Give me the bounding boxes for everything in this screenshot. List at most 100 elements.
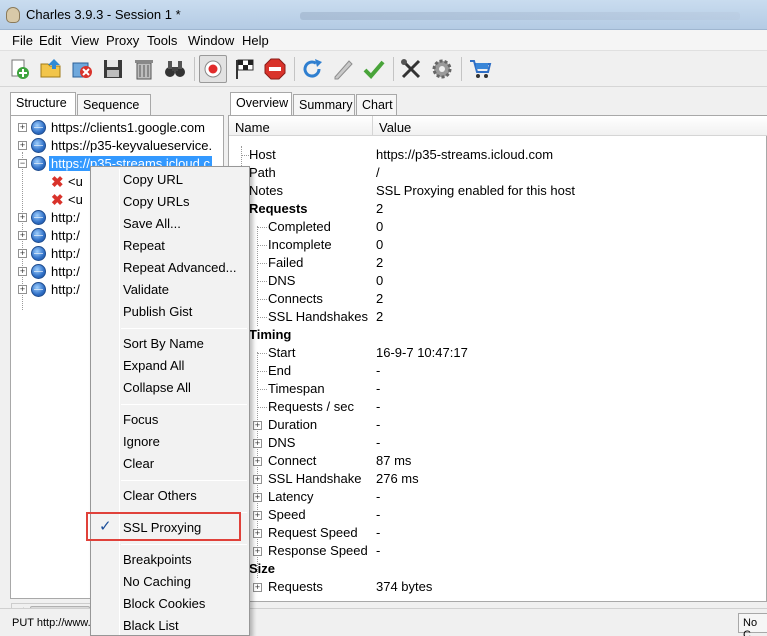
- toolbar-separator: [294, 57, 295, 81]
- expand-icon[interactable]: +: [18, 267, 27, 276]
- menu-item-ignore[interactable]: Ignore: [123, 434, 160, 454]
- expand-icon[interactable]: +: [253, 421, 262, 430]
- menu-item-clear-others[interactable]: Clear Others: [123, 488, 197, 508]
- table-row[interactable]: End -: [229, 362, 766, 380]
- expand-icon[interactable]: +: [253, 583, 262, 592]
- table-row[interactable]: Failed 2: [229, 254, 766, 272]
- table-row[interactable]: + Latency -: [229, 488, 766, 506]
- expand-icon[interactable]: +: [18, 123, 27, 132]
- table-row[interactable]: Completed 0: [229, 218, 766, 236]
- expand-icon[interactable]: +: [253, 493, 262, 502]
- table-row[interactable]: Path /: [229, 164, 766, 182]
- toolbar: [0, 51, 767, 87]
- table-row[interactable]: Start 16-9-7 10:47:17: [229, 344, 766, 362]
- table-row[interactable]: Timespan -: [229, 380, 766, 398]
- shopping-cart-icon[interactable]: [466, 55, 494, 83]
- menu-item-focus[interactable]: Focus: [123, 412, 158, 432]
- menu-window[interactable]: Window: [188, 33, 234, 48]
- menu-item-clear[interactable]: Clear: [123, 456, 154, 476]
- expand-icon[interactable]: +: [18, 249, 27, 258]
- throttle-flag-icon[interactable]: [231, 55, 259, 83]
- menu-file[interactable]: File: [12, 33, 33, 48]
- table-row[interactable]: + SSL Handshake 276 ms: [229, 470, 766, 488]
- expand-icon[interactable]: +: [253, 457, 262, 466]
- expand-icon[interactable]: +: [253, 439, 262, 448]
- menu-item-expand-all[interactable]: Expand All: [123, 358, 184, 378]
- table-row[interactable]: + Connect 87 ms: [229, 452, 766, 470]
- table-row[interactable]: + Response Speed -: [229, 542, 766, 560]
- expand-icon[interactable]: +: [253, 547, 262, 556]
- new-session-icon[interactable]: [6, 55, 34, 83]
- table-row[interactable]: Incomplete 0: [229, 236, 766, 254]
- tools-icon[interactable]: [397, 55, 425, 83]
- menu-tools[interactable]: Tools: [147, 33, 177, 48]
- find-icon[interactable]: [161, 55, 189, 83]
- stop-breakpoints-icon[interactable]: [261, 55, 289, 83]
- status-right-box[interactable]: No C: [738, 613, 767, 636]
- open-session-icon[interactable]: [37, 55, 65, 83]
- edit-pencil-icon[interactable]: [329, 55, 357, 83]
- menu-item-copy-url[interactable]: Copy URL: [123, 172, 183, 192]
- menu-item-no-caching[interactable]: No Caching: [123, 574, 191, 594]
- expand-icon[interactable]: +: [18, 213, 27, 222]
- table-row[interactable]: + Duration -: [229, 416, 766, 434]
- row-name: Incomplete: [268, 237, 332, 252]
- column-header-value[interactable]: Value: [379, 120, 411, 135]
- menu-item-copy-urls[interactable]: Copy URLs: [123, 194, 189, 214]
- table-row[interactable]: + Speed -: [229, 506, 766, 524]
- settings-gear-icon[interactable]: [428, 55, 456, 83]
- column-divider[interactable]: [372, 116, 373, 136]
- column-header-name[interactable]: Name: [235, 120, 270, 135]
- menu-item-repeat[interactable]: Repeat: [123, 238, 165, 258]
- tab-overview[interactable]: Overview: [230, 92, 292, 116]
- table-row[interactable]: Connects 2: [229, 290, 766, 308]
- expand-icon[interactable]: +: [18, 141, 27, 150]
- menu-item-save-all[interactable]: Save All...: [123, 216, 181, 236]
- menu-help[interactable]: Help: [242, 33, 269, 48]
- menu-item-breakpoints[interactable]: Breakpoints: [123, 552, 192, 572]
- table-row[interactable]: + Request Speed -: [229, 524, 766, 542]
- validate-check-icon[interactable]: [360, 55, 388, 83]
- charles-app-icon: [6, 7, 20, 23]
- row-section-name: Size: [249, 561, 276, 576]
- menu-item-black-list[interactable]: Black List: [123, 618, 179, 636]
- table-row[interactable]: Host https://p35-streams.icloud.com: [229, 146, 766, 164]
- table-row[interactable]: + DNS -: [229, 434, 766, 452]
- record-icon[interactable]: [199, 55, 227, 83]
- save-icon[interactable]: [99, 55, 127, 83]
- menu-item-publish-gist[interactable]: Publish Gist: [123, 304, 192, 324]
- menu-item-repeat-advanced[interactable]: Repeat Advanced...: [123, 260, 236, 280]
- menu-proxy[interactable]: Proxy: [106, 33, 139, 48]
- tab-chart[interactable]: Chart: [356, 94, 397, 116]
- tab-sequence[interactable]: Sequence: [77, 94, 151, 116]
- table-row[interactable]: Requests / sec -: [229, 398, 766, 416]
- expand-icon[interactable]: +: [253, 475, 262, 484]
- tree-host-row[interactable]: + https://clients1.google.com: [11, 119, 223, 137]
- expand-icon[interactable]: +: [253, 511, 262, 520]
- table-row[interactable]: DNS 0: [229, 272, 766, 290]
- table-row[interactable]: Size: [229, 560, 766, 578]
- close-session-icon[interactable]: [68, 55, 96, 83]
- refresh-icon[interactable]: [298, 55, 326, 83]
- tree-host-row[interactable]: + https://p35-keyvalueservice.: [11, 137, 223, 155]
- expand-icon[interactable]: +: [18, 285, 27, 294]
- table-row[interactable]: Notes SSL Proxying enabled for this host: [229, 182, 766, 200]
- table-row[interactable]: Requests 2: [229, 200, 766, 218]
- menu-view[interactable]: View: [71, 33, 99, 48]
- tab-structure[interactable]: Structure: [10, 92, 76, 116]
- expand-icon[interactable]: +: [253, 529, 262, 538]
- expand-icon[interactable]: +: [18, 231, 27, 240]
- menu-edit[interactable]: Edit: [39, 33, 61, 48]
- row-name: SSL Handshakes: [268, 309, 368, 324]
- tab-summary[interactable]: Summary: [293, 94, 355, 116]
- menu-item-sort-by-name[interactable]: Sort By Name: [123, 336, 204, 356]
- menu-item-block-cookies[interactable]: Block Cookies: [123, 596, 205, 616]
- trash-icon[interactable]: [130, 55, 158, 83]
- menu-item-collapse-all[interactable]: Collapse All: [123, 380, 191, 400]
- row-value: 0: [376, 219, 384, 234]
- table-row[interactable]: + Requests 374 bytes: [229, 578, 766, 596]
- table-row[interactable]: SSL Handshakes 2: [229, 308, 766, 326]
- collapse-icon[interactable]: −: [18, 159, 27, 168]
- table-row[interactable]: Timing: [229, 326, 766, 344]
- menu-item-validate[interactable]: Validate: [123, 282, 169, 302]
